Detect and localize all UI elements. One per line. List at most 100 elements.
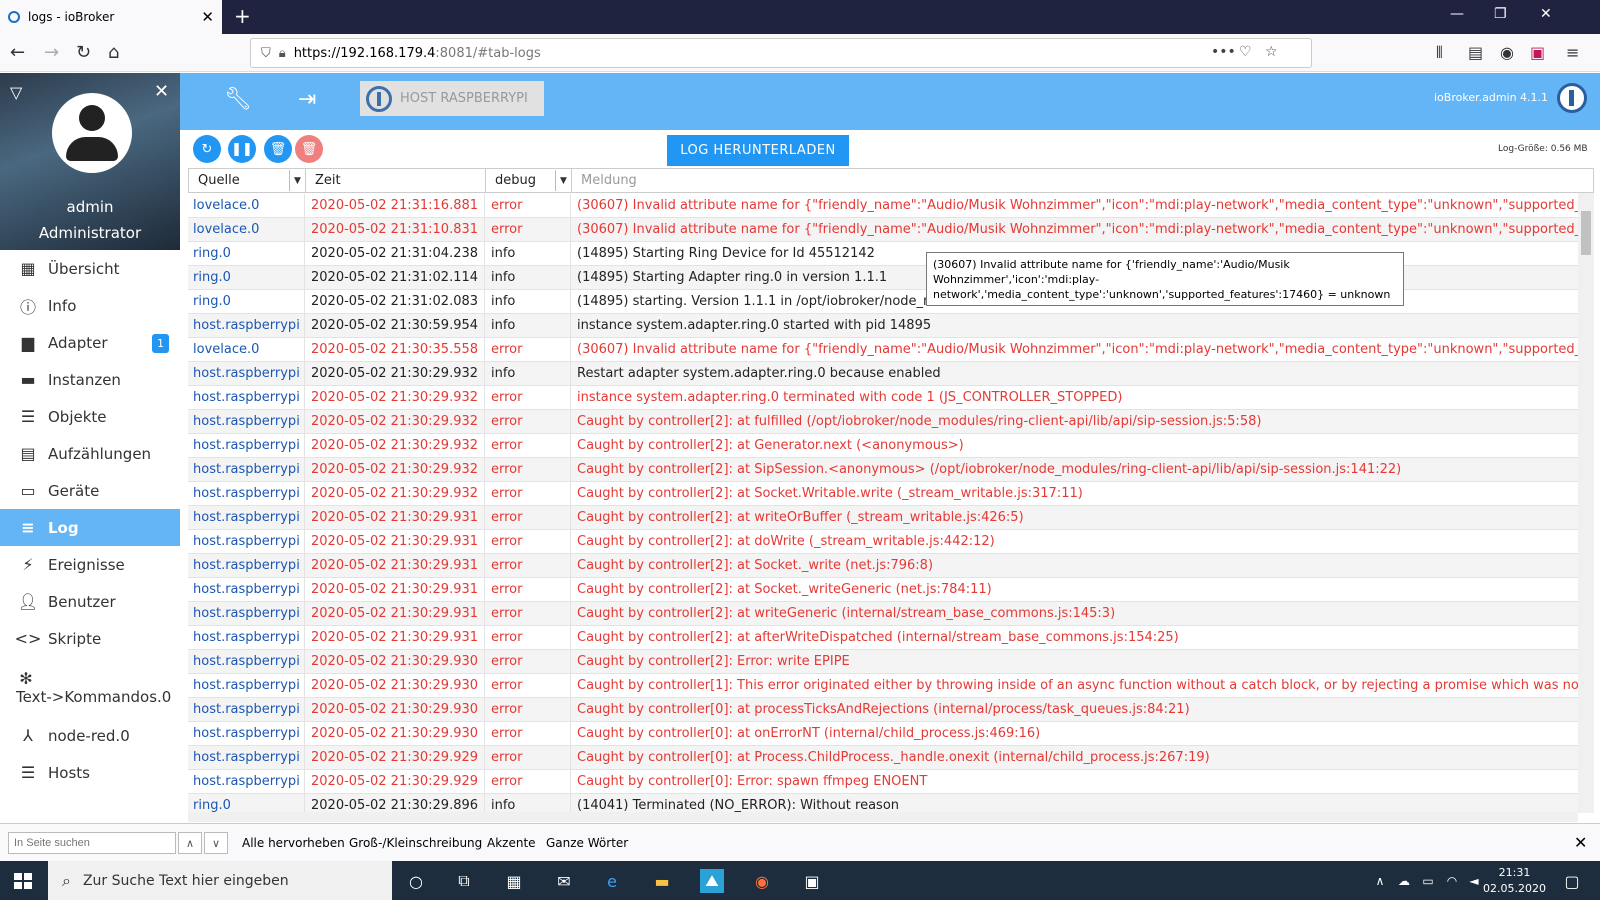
app-icon[interactable]: ⛰ [700, 869, 724, 893]
back-icon[interactable]: ← [10, 42, 25, 63]
chevron-down-icon[interactable]: ▼ [555, 170, 571, 191]
page-actions-icon[interactable]: ••• [1211, 44, 1236, 60]
taskbar-search[interactable]: ⌕ Zur Suche Text hier eingeben [48, 861, 392, 900]
window-close-icon[interactable]: ✕ [1540, 6, 1552, 22]
table-row[interactable]: host.raspberrypi 2020-05-02 21:30:29.932 e… [188, 482, 1578, 506]
store-icon[interactable]: ▦ [502, 869, 526, 893]
remote-desktop-icon[interactable]: ▣ [800, 869, 824, 893]
table-row[interactable]: host.raspberrypi 2020-05-02 21:30:29.930 e… [188, 674, 1578, 698]
sidebar-item-ereignisse[interactable]: ⚡︎ Ereignisse [0, 546, 180, 583]
wrench-icon[interactable]: 🔧︎ [224, 87, 252, 112]
extension-icon[interactable]: ▣ [1530, 43, 1545, 62]
collapse-triangle-icon[interactable]: ▽ [10, 83, 22, 102]
find-close-icon[interactable]: ✕ [1574, 833, 1587, 852]
table-row[interactable]: host.raspberrypi 2020-05-02 21:30:29.932 e… [188, 434, 1578, 458]
table-row[interactable]: host.raspberrypi 2020-05-02 21:30:29.931 e… [188, 506, 1578, 530]
find-previous-icon[interactable]: ∧ [178, 832, 202, 854]
highlight-all-option[interactable]: Alle hervorheben [242, 836, 345, 850]
table-row[interactable]: host.raspberrypi 2020-05-02 21:30:29.929 e… [188, 746, 1578, 770]
table-row[interactable]: host.raspberrypi 2020-05-02 21:30:29.931 e… [188, 578, 1578, 602]
firefox-icon[interactable]: ◉ [750, 869, 774, 893]
notification-icon[interactable]: ▢ [1560, 869, 1584, 893]
shield-icon[interactable]: ⛉ [261, 46, 271, 61]
find-input[interactable] [8, 832, 176, 854]
sidebar-item-instanzen[interactable]: ▬ Instanzen [0, 361, 180, 398]
sidebar-item-log[interactable]: ≡ Log [0, 509, 180, 546]
tray-chevron-icon[interactable]: ∧ [1368, 869, 1392, 893]
whole-words-option[interactable]: Ganze Wörter [546, 836, 628, 850]
accents-option[interactable]: Akzente [487, 836, 536, 850]
sidebar-item-hosts[interactable]: ☰ Hosts [0, 754, 180, 791]
table-row[interactable]: host.raspberrypi 2020-05-02 21:30:29.931 e… [188, 602, 1578, 626]
avatar[interactable] [52, 93, 132, 173]
battery-icon[interactable]: ▭ [1416, 869, 1440, 893]
sidebar-close-icon[interactable]: ✕ [154, 81, 169, 102]
sidebar-item-adapter[interactable]: ▆ Adapter 1 [0, 324, 180, 361]
host-select-button[interactable]: HOST RASPBERRYPI [360, 81, 544, 116]
table-row[interactable]: lovelace.0 2020-05-02 21:30:35.558 error (3… [188, 338, 1578, 362]
delete-log-file-button[interactable]: 🗑︎ [295, 135, 323, 163]
sidebar-toggle-icon[interactable]: ▤ [1468, 43, 1483, 62]
table-row[interactable]: host.raspberrypi 2020-05-02 21:30:29.929 e… [188, 770, 1578, 794]
sidebar-item-benutzer[interactable]: 👤︎ Benutzer [0, 583, 180, 620]
pocket-icon[interactable]: ♡ [1239, 44, 1252, 60]
sidebar-item-skripte[interactable]: <> Skripte [0, 620, 180, 657]
sidebar-item-info[interactable]: ⓘ Info [0, 287, 180, 324]
scrollbar-thumb[interactable] [1581, 211, 1591, 255]
taskbar-clock[interactable]: 21:31 02.05.2020 [1483, 865, 1546, 897]
bookmark-star-icon[interactable]: ☆ [1265, 44, 1278, 60]
sidebar-item-objekte[interactable]: ☰ Objekte [0, 398, 180, 435]
cortana-icon[interactable]: ○ [404, 869, 428, 893]
sidebar-item-aufzaehlungen[interactable]: ▤ Aufzählungen [0, 435, 180, 472]
table-row[interactable]: host.raspberrypi 2020-05-02 21:30:29.932 e… [188, 386, 1578, 410]
mail-icon[interactable]: ✉ [552, 869, 576, 893]
table-row[interactable]: host.raspberrypi 2020-05-02 21:30:59.954 i… [188, 314, 1578, 338]
explorer-icon[interactable]: ▬ [650, 869, 674, 893]
browser-tab[interactable]: logs - ioBroker ✕ [0, 0, 222, 34]
download-log-button[interactable]: LOG HERUNTERLADEN [667, 135, 849, 166]
forward-icon[interactable]: → [44, 42, 59, 63]
table-row[interactable]: host.raspberrypi 2020-05-02 21:30:29.931 e… [188, 626, 1578, 650]
sidebar-item-uebersicht[interactable]: ▦ Übersicht [0, 250, 180, 287]
table-row[interactable]: host.raspberrypi 2020-05-02 21:30:29.930 e… [188, 722, 1578, 746]
table-row[interactable]: lovelace.0 2020-05-02 21:31:16.881 error (3… [188, 194, 1578, 218]
match-case-option[interactable]: Groß-/Kleinschreibung [349, 836, 482, 850]
table-row[interactable]: host.raspberrypi 2020-05-02 21:30:29.931 e… [188, 530, 1578, 554]
find-next-icon[interactable]: ∨ [204, 832, 228, 854]
pause-button[interactable]: ❚❚ [228, 135, 256, 163]
minimize-icon[interactable]: — [1450, 6, 1464, 22]
table-row[interactable]: host.raspberrypi 2020-05-02 21:30:29.930 e… [188, 650, 1578, 674]
table-row[interactable]: host.raspberrypi 2020-05-02 21:30:29.932 e… [188, 410, 1578, 434]
message-filter-input[interactable]: Meldung [571, 168, 1594, 193]
reload-icon[interactable]: ↻ [76, 42, 91, 63]
sidebar-item-node-red[interactable]: ⅄ node-red.0 [0, 717, 180, 754]
wifi-icon[interactable]: ◠ [1440, 869, 1464, 893]
library-icon[interactable]: ⫴ [1436, 43, 1443, 63]
sidebar-item-text-kommandos[interactable]: ✻ Text->Kommandos.0 [0, 657, 180, 717]
horizontal-scrollbar[interactable] [188, 812, 1578, 822]
new-tab-button[interactable]: + [234, 4, 251, 28]
table-row[interactable]: lovelace.0 2020-05-02 21:31:10.831 error (3… [188, 218, 1578, 242]
iobroker-logo-icon[interactable] [1557, 83, 1587, 113]
menu-icon[interactable]: ≡ [1566, 43, 1579, 62]
onedrive-icon[interactable]: ☁ [1392, 869, 1416, 893]
edge-icon[interactable]: e [600, 869, 624, 893]
lock-icon[interactable]: 🔒︎ [279, 46, 286, 61]
url-bar[interactable]: ⛉ 🔒︎ https://192.168.179.4 :8081/#tab-lo… [250, 38, 1312, 68]
home-icon[interactable]: ⌂ [108, 42, 119, 63]
delete-button[interactable]: 🗑︎ [264, 135, 292, 163]
account-icon[interactable]: ◉ [1500, 43, 1514, 62]
windows-start-icon[interactable] [14, 873, 32, 889]
restore-icon[interactable]: ❐ [1494, 6, 1507, 22]
refresh-button[interactable]: ↻ [193, 135, 221, 163]
vertical-scrollbar[interactable] [1578, 193, 1594, 813]
source-filter[interactable]: Quelle ▼ [188, 168, 305, 193]
table-row[interactable]: host.raspberrypi 2020-05-02 21:30:29.932 e… [188, 458, 1578, 482]
tab-close-icon[interactable]: ✕ [201, 8, 214, 26]
table-row[interactable]: host.raspberrypi 2020-05-02 21:30:29.932 i… [188, 362, 1578, 386]
table-row[interactable]: host.raspberrypi 2020-05-02 21:30:29.930 e… [188, 698, 1578, 722]
login-icon[interactable]: ⇥ [298, 87, 316, 112]
task-view-icon[interactable]: ⧉ [452, 869, 476, 893]
table-row[interactable]: host.raspberrypi 2020-05-02 21:30:29.931 e… [188, 554, 1578, 578]
chevron-down-icon[interactable]: ▼ [289, 170, 305, 191]
